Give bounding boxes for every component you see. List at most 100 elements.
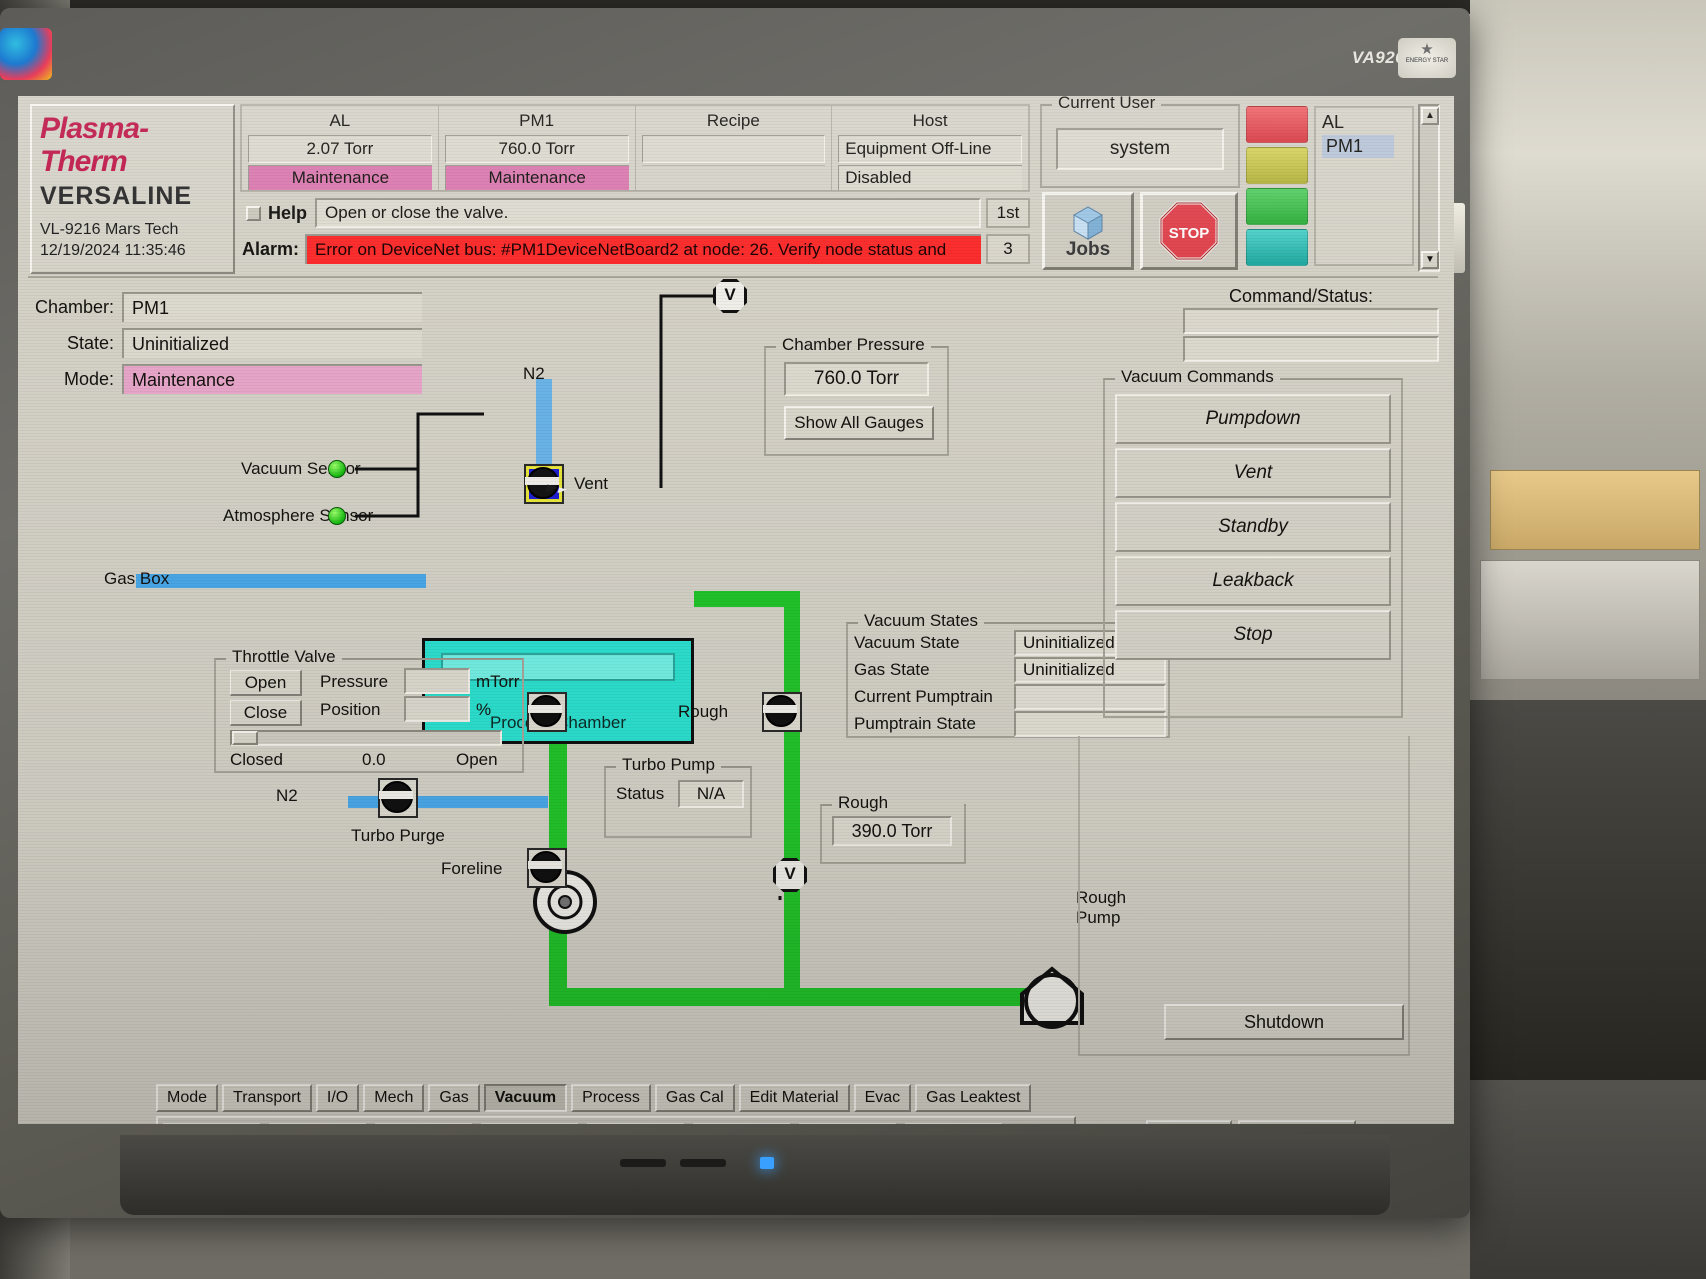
toolbar-datalog-button[interactable]: Data Log [693,1123,791,1124]
toolbar-setup-button[interactable]: Setup [481,1123,579,1124]
lamp-cyan [1246,229,1308,266]
shelf-dark-region [1470,700,1706,1080]
throttle-slider-track[interactable] [230,730,502,746]
mode-field-row: Mode: Maintenance [28,364,422,394]
alarm-counter[interactable]: 3 [986,234,1030,264]
chamber-gauge-icon[interactable]: V [713,279,747,313]
foreline-valve[interactable] [527,848,567,888]
command-status-line1 [1183,308,1439,334]
throttle-slider-thumb[interactable] [232,731,258,745]
mode-label: Mode: [63,368,114,389]
back-button[interactable]: ◂◂ BACK [1146,1120,1232,1124]
status-mode: Maintenance [248,164,432,190]
toolbar-jobs-button[interactable]: Jobs [163,1123,261,1124]
shutdown-button[interactable]: Shutdown [1164,1004,1404,1040]
throttle-close-button[interactable]: Close [230,700,302,726]
jobs-button-label: Jobs [1065,239,1111,260]
tab-io[interactable]: I/O [315,1084,360,1112]
valve-band [528,705,562,713]
vacuum-states-title: Vacuum States [858,611,985,631]
state-value: Uninitialized [122,328,422,358]
energy-star-icon: ★ ENERGY STAR [1398,38,1456,78]
tab-process[interactable]: Process [571,1084,651,1112]
alarm-row: Alarm: Error on DeviceNet bus: #PM1Devic… [240,232,1030,266]
tab-gas-cal[interactable]: Gas Cal [654,1084,735,1112]
toolbar-maintain-button[interactable]: Maintain [587,1123,685,1124]
chamber-selector-pm1[interactable]: PM1 [1322,135,1394,158]
vacuum-commands-title: Vacuum Commands [1115,367,1280,387]
atmosphere-sensor-label: Atmosphere Sensor [223,506,374,525]
status-col-pm1: PM1 760.0 Torr Maintenance [439,106,636,190]
vent-valve[interactable] [524,464,564,504]
main-toolbar: Jobs System Editors [156,1116,1076,1124]
throttle-position-value[interactable] [404,696,470,722]
throttle-position-units: % [476,700,492,719]
help-checkbox[interactable] [246,205,261,221]
status-title: Recipe [706,110,760,130]
valve-band [379,791,413,799]
header-divider [28,276,1438,278]
status-mode: Maintenance [444,164,629,190]
toolbar-alarms-button[interactable]: Alarms [799,1123,897,1124]
rough-valve[interactable] [762,692,802,732]
toolbar-help-button[interactable]: ? Help [905,1123,1003,1124]
chamber-isolation-valve[interactable] [527,692,567,732]
tab-mech[interactable]: Mech [363,1084,425,1112]
status-col-host: Host Equipment Off-Line Disabled [832,106,1028,190]
throttle-pressure-value[interactable] [404,668,470,694]
rough-gauge-icon[interactable]: V [773,858,807,892]
help-counter[interactable]: 1st [986,198,1030,228]
forward-button[interactable]: FORWARD ▸▸ [1237,1120,1356,1124]
throttle-pressure-units: mTorr [476,672,520,691]
tab-transport[interactable]: Transport [222,1084,312,1112]
tab-gas[interactable]: Gas [428,1084,480,1112]
gauge-glyph: V [784,864,796,883]
tab-bar: Mode Transport I/O Mech Gas Vacuum Proce… [156,1084,1086,1112]
scroll-up-icon[interactable]: ▲ [1421,107,1439,125]
chamber-selector-al[interactable]: AL [1322,112,1406,133]
scroll-down-icon[interactable]: ▼ [1421,251,1439,269]
tab-evac[interactable]: Evac [853,1084,912,1112]
tab-mode[interactable]: Mode [156,1084,219,1112]
vent-button[interactable]: Vent [1115,448,1391,498]
toolbar-system-button[interactable]: System [269,1123,367,1124]
chamber-pressure-title: Chamber Pressure [776,335,931,355]
jobs-button[interactable]: Jobs [1042,192,1134,270]
status-bar: AL 2.07 Torr Maintenance PM1 760.0 Torr … [240,104,1030,192]
datetime: 12/19/2024 11:35:46 [40,242,186,259]
throttle-slider-max-label: Open [456,750,498,769]
tool-id: VL-9216 Mars Tech [40,221,179,238]
turbo-status-value: N/A [678,780,744,808]
turbo-purge-valve[interactable] [378,778,418,818]
stop-button[interactable]: STOP [1140,192,1238,270]
gauge-glyph: V [724,285,736,304]
show-all-gauges-button[interactable]: Show All Gauges [784,406,934,440]
status-title: PM1 [519,110,555,130]
n2-top-label: N2 [523,364,545,383]
vertical-scrollbar[interactable]: ▲ ▼ [1418,104,1440,272]
chamber-value[interactable]: PM1 [122,292,422,322]
leakback-button[interactable]: Leakback [1115,556,1391,606]
tab-edit-material[interactable]: Edit Material [738,1084,850,1112]
throttle-open-button[interactable]: Open [230,670,302,696]
pumpdown-button[interactable]: Pumpdown [1115,394,1391,444]
toolbar-editors-button[interactable]: Editors [375,1123,473,1124]
status-value: 760.0 Torr [444,135,629,163]
help-row: Help Open or close the valve. 1st [240,196,1030,230]
tab-vacuum[interactable]: Vacuum [483,1084,568,1112]
svg-text:STOP: STOP [1169,225,1210,242]
atmosphere-sensor-led [328,507,346,525]
standby-button[interactable]: Standby [1115,502,1391,552]
chamber-selector[interactable]: AL PM1 [1314,106,1414,266]
mode-value: Maintenance [122,364,422,394]
status-light-tower [1246,106,1308,266]
monitor-bezel: VA926g ★ ENERGY STAR Plasma-Therm VERSAL… [0,8,1470,1218]
stop-command-button[interactable]: Stop [1115,610,1391,660]
power-led [760,1157,774,1169]
energy-star-text: ENERGY STAR [1405,58,1449,64]
status-col-recipe: Recipe [636,106,833,190]
throttle-pressure-label: Pressure [320,672,389,691]
alarm-text[interactable]: Error on DeviceNet bus: #PM1DeviceNetBoa… [305,234,981,264]
foreline-label: Foreline [441,859,503,878]
tab-gas-leaktest[interactable]: Gas Leaktest [915,1084,1032,1112]
